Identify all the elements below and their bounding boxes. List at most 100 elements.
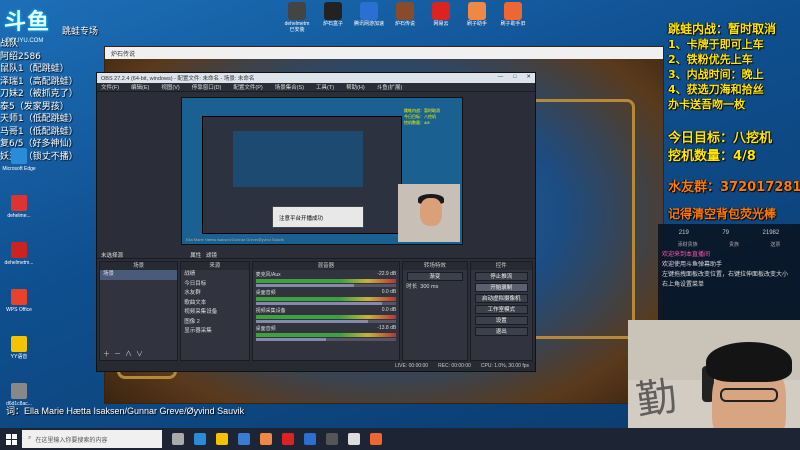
- start-button[interactable]: [0, 428, 22, 450]
- taskbar-search[interactable]: ⌕ 在这里输入你要搜索的内容: [22, 430, 162, 448]
- overlay-qq-group: 水友群：372017281: [668, 180, 800, 195]
- overlay-title: 跳蛙内战：暂时取消: [668, 22, 777, 36]
- file-icon: [11, 383, 27, 399]
- menu-view[interactable]: 视图(V): [161, 83, 179, 91]
- desktop-icon[interactable]: 腾讯网游加速: [354, 2, 384, 33]
- audio-meter: [255, 315, 397, 319]
- menu-douyu[interactable]: 斗鱼(扩展): [377, 83, 403, 91]
- window-controls: — □ ✕: [498, 74, 531, 82]
- folder-icon[interactable]: [216, 433, 228, 445]
- overlay-row: 天师1（低配跳蛙）: [0, 114, 78, 124]
- search-placeholder: 在这里输入你要搜索的内容: [35, 438, 108, 444]
- desktop-icon[interactable]: 刷子助手旧: [498, 2, 528, 33]
- chat-panel[interactable]: 219 79 21982 添财贵族 贵族 送票 欢迎来到本直播间 欢迎使用斗鱼弹…: [658, 224, 800, 328]
- obs-window[interactable]: OBS 27.2.4 (64-bit, windows) - 配置文件: 未命名…: [96, 72, 536, 372]
- desktop-icons: Microsoft Edge dehelme... dehelmetm... W…: [2, 148, 36, 430]
- edge-icon[interactable]: [194, 433, 206, 445]
- desktop-icon[interactable]: 炉石盒子: [318, 2, 348, 33]
- store-icon[interactable]: [238, 433, 250, 445]
- source-item[interactable]: 战绩: [181, 270, 248, 280]
- volume-slider[interactable]: [255, 302, 397, 305]
- chat-tab[interactable]: 送票: [770, 241, 780, 248]
- app-icon: [288, 2, 306, 20]
- source-item[interactable]: 水友群: [181, 289, 248, 299]
- desktop-icon[interactable]: WPS Office: [2, 289, 36, 329]
- app-icon[interactable]: [260, 433, 272, 445]
- chat-tab[interactable]: 贵族: [729, 241, 739, 248]
- transitions-header: 转场特效: [403, 262, 467, 270]
- volume-slider[interactable]: [255, 284, 397, 287]
- taskbar-icons: [172, 433, 382, 445]
- virtual-camera-button[interactable]: 启动虚拟摄像机: [474, 294, 528, 303]
- desktop-icon[interactable]: dehelmetm 已安装: [282, 2, 312, 33]
- menu-file[interactable]: 文件(F): [101, 83, 119, 91]
- obs-preview[interactable]: 跳蛙内战：暂时取消 今日目标：八挖机 挖机数量：4/8 注意平台开播成功 Ell…: [181, 97, 463, 245]
- filters-button[interactable]: 滤镜: [206, 253, 217, 259]
- menu-docks[interactable]: 停靠窗口(D): [192, 83, 222, 91]
- desktop-icon[interactable]: 网易云: [426, 2, 456, 33]
- mixer-panel: 混音器 麦克风/Aux -22.9 dB 桌面音频 0.0 dB 视频采集设备 0.0…: [251, 261, 401, 361]
- desktop-icon[interactable]: d6d1c8ac...: [2, 383, 36, 423]
- music-icon[interactable]: [282, 433, 294, 445]
- sources-header: 来源: [181, 262, 249, 270]
- overlay-row: 马哥1（低配跳蛙）: [0, 126, 78, 137]
- desktop-icon[interactable]: Microsoft Edge: [2, 148, 36, 188]
- desktop-icon[interactable]: 炉石传说: [390, 2, 420, 33]
- chat-tabs: 添财贵族 贵族 送票: [658, 239, 800, 250]
- source-item[interactable]: 图像 2: [181, 318, 248, 328]
- windows-icon: [5, 433, 17, 445]
- controls-header: 控件: [470, 262, 532, 270]
- game-window-title: 炉石传说: [105, 47, 663, 59]
- desktop-icon[interactable]: 刷子助手: [462, 2, 492, 33]
- desktop-icon[interactable]: dehelmetm...: [2, 242, 36, 282]
- app-icon: [396, 2, 414, 20]
- app-icon[interactable]: [348, 433, 360, 445]
- desktop-icon[interactable]: YY语音: [2, 336, 36, 376]
- app-icon: [11, 242, 27, 258]
- stop-streaming-button[interactable]: 停止推流: [474, 272, 528, 281]
- scenes-footer[interactable]: ＋－∧∨: [103, 349, 147, 359]
- menu-help[interactable]: 帮助(H): [346, 83, 365, 91]
- properties-button[interactable]: 属性: [190, 253, 201, 259]
- transitions-panel: 转场特效 渐变 时长 300 ms: [402, 261, 468, 361]
- desktop-icon[interactable]: dehelme...: [2, 195, 36, 235]
- menu-profile[interactable]: 配置文件(P): [233, 83, 262, 91]
- source-item[interactable]: 歌曲文本: [181, 299, 248, 309]
- app-icon[interactable]: [370, 433, 382, 445]
- task-view-icon[interactable]: [172, 433, 184, 445]
- menu-scene-collection[interactable]: 场景集合(S): [275, 83, 304, 91]
- chat-message: 右上角设置菜单: [662, 282, 705, 288]
- transition-duration: 时长 300 ms: [406, 284, 439, 290]
- maximize-icon[interactable]: □: [513, 74, 516, 82]
- volume-slider[interactable]: [255, 338, 397, 341]
- source-item[interactable]: 视频采集设备: [181, 308, 248, 318]
- scene-item[interactable]: 场景: [100, 270, 178, 280]
- chat-tab[interactable]: 添财贵族: [678, 241, 698, 248]
- minimize-icon[interactable]: —: [498, 74, 504, 82]
- menu-edit[interactable]: 编辑(E): [131, 83, 149, 91]
- overlay-count: 挖机数量：4/8: [668, 149, 756, 164]
- transition-select[interactable]: 渐变: [407, 272, 463, 281]
- mixer-channel[interactable]: 桌面音频 0.0 dB: [253, 288, 400, 306]
- volume-slider[interactable]: [255, 320, 397, 323]
- scenes-panel: 场景 场景 ＋－∧∨: [99, 261, 179, 361]
- studio-mode-button[interactable]: 工作室模式: [474, 305, 528, 314]
- overlay-reminder: 记得清空背包荧光棒: [668, 207, 777, 221]
- menu-tools[interactable]: 工具(T): [316, 83, 334, 91]
- duration-input[interactable]: 300 ms: [420, 284, 438, 290]
- close-icon[interactable]: ✕: [526, 74, 531, 82]
- top-desktop-icons: dehelmetm 已安装 炉石盒子 腾讯网游加速 炉石传说 网易云 刷子助手 …: [282, 2, 528, 33]
- cpu-status: CPU: 1.0%, 30.00 fps: [480, 363, 529, 369]
- mixer-channel[interactable]: 麦克风/Aux -22.9 dB: [253, 270, 400, 288]
- overlay-rule: 1、卡牌于即可上车: [668, 38, 764, 51]
- settings-button[interactable]: 设置: [474, 316, 528, 325]
- app-icon: [468, 2, 486, 20]
- obs-icon[interactable]: [326, 433, 338, 445]
- exit-button[interactable]: 退出: [474, 327, 528, 336]
- source-item[interactable]: 显示器采集: [181, 327, 248, 337]
- mixer-channel[interactable]: 桌面音频 -13.8 dB: [253, 324, 400, 342]
- start-recording-button[interactable]: 开始录制: [474, 283, 528, 292]
- source-item[interactable]: 今日目标: [181, 280, 248, 290]
- mixer-channel[interactable]: 视频采集设备 0.0 dB: [253, 306, 400, 324]
- app-icon[interactable]: [304, 433, 316, 445]
